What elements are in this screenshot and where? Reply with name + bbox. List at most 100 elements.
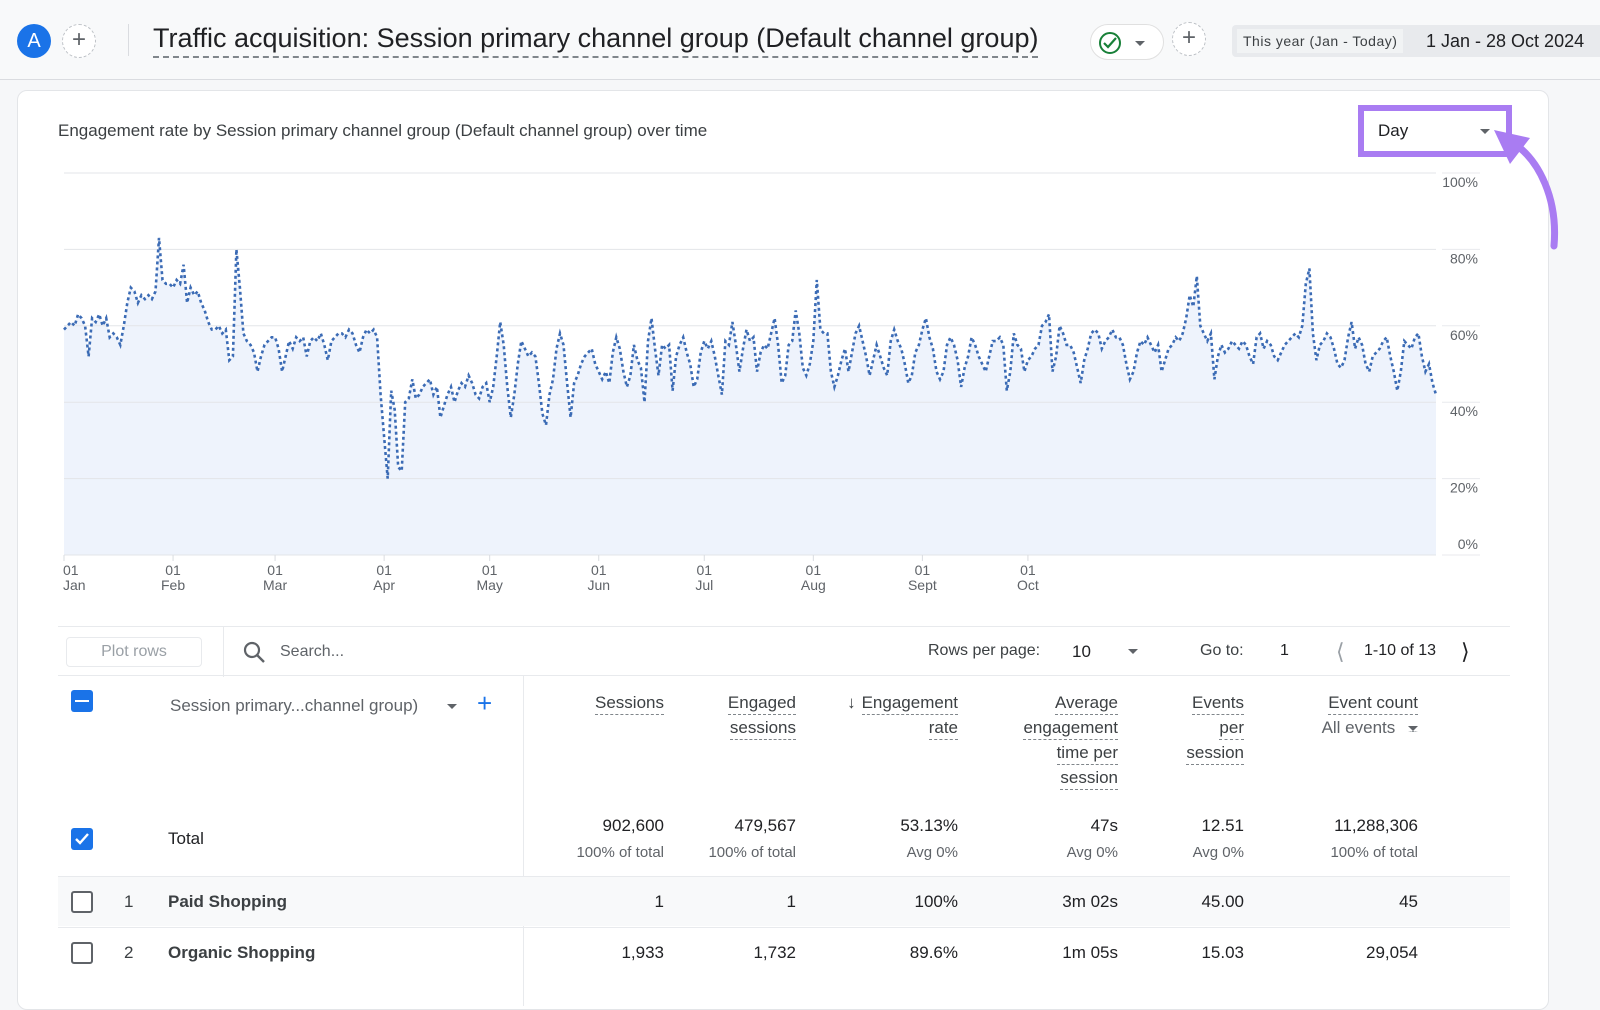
chevron-down-icon bbox=[1408, 725, 1418, 732]
y-tick-label: 60% bbox=[1450, 327, 1478, 343]
header-text: rate bbox=[928, 716, 958, 740]
x-tick-month: Jun bbox=[587, 577, 610, 593]
total-subvalue: 100% of total bbox=[708, 844, 796, 861]
add-comparison-button[interactable]: + bbox=[62, 24, 96, 58]
chevron-down-icon[interactable] bbox=[1128, 649, 1138, 654]
x-tick-day: 01 bbox=[482, 562, 498, 578]
x-tick-month: Sept bbox=[908, 577, 937, 593]
x-tick-day: 01 bbox=[63, 562, 79, 578]
chevron-down-icon[interactable] bbox=[447, 704, 457, 709]
total-subvalue: Avg 0% bbox=[1066, 844, 1118, 861]
x-tick-month: Jan bbox=[63, 577, 86, 593]
check-icon bbox=[75, 833, 89, 845]
row-value: 15.03 bbox=[1201, 943, 1244, 962]
customize-report-button[interactable]: + bbox=[1172, 22, 1206, 56]
divider bbox=[128, 24, 129, 56]
header-text: sessions bbox=[729, 716, 796, 740]
add-dimension-button[interactable]: + bbox=[477, 688, 492, 719]
event-filter-select[interactable]: All events bbox=[1322, 716, 1418, 739]
x-tick-day: 01 bbox=[1020, 562, 1036, 578]
x-tick-day: 01 bbox=[267, 562, 283, 578]
divider bbox=[223, 627, 224, 677]
goto-page-input[interactable]: 1 bbox=[1280, 642, 1289, 660]
y-tick-label: 80% bbox=[1450, 250, 1478, 266]
next-page-icon[interactable]: ⟩ bbox=[1461, 639, 1470, 665]
pagination-status: 1-10 of 13 bbox=[1364, 642, 1437, 659]
total-subvalue: Avg 0% bbox=[1192, 844, 1244, 861]
plot-rows-button[interactable]: Plot rows bbox=[66, 637, 202, 667]
x-tick-day: 01 bbox=[696, 562, 712, 578]
avatar[interactable]: A bbox=[17, 24, 51, 58]
x-tick-month: Mar bbox=[263, 577, 287, 593]
table-row[interactable]: 2 Organic Shopping 1,933 1,732 89.6% 1m … bbox=[58, 927, 1510, 979]
column-header-sessions[interactable]: Sessions bbox=[595, 690, 664, 715]
row-checkbox[interactable] bbox=[71, 891, 93, 913]
header-text: Sessions bbox=[595, 691, 664, 715]
report-header: A + Traffic acquisition: Session primary… bbox=[0, 0, 1600, 80]
event-filter-value: All events bbox=[1321, 718, 1396, 737]
column-header-event-count[interactable]: Event count All events bbox=[1322, 690, 1418, 740]
total-value: 902,600 bbox=[602, 816, 664, 835]
row-channel-name[interactable]: Organic Shopping bbox=[168, 943, 315, 963]
header-text: Engagement bbox=[861, 691, 958, 715]
column-header-engaged-sessions[interactable]: Engaged sessions bbox=[727, 690, 796, 740]
row-value: 1 bbox=[786, 892, 796, 911]
plus-icon: + bbox=[1181, 24, 1196, 51]
header-text: Event count bbox=[1328, 691, 1418, 715]
report-card: Engagement rate by Session primary chann… bbox=[17, 90, 1549, 1010]
row-value: 3m 02s bbox=[1062, 892, 1118, 911]
date-range-picker[interactable]: This year (Jan - Today) 1 Jan - 28 Oct 2… bbox=[1232, 25, 1600, 57]
total-checkbox[interactable] bbox=[71, 828, 93, 850]
row-checkbox[interactable] bbox=[71, 942, 93, 964]
rows-per-page-label: Rows per page: bbox=[928, 642, 1041, 659]
total-value: 11,288,306 bbox=[1334, 816, 1418, 835]
goto-label: Go to: bbox=[1200, 642, 1244, 659]
column-header-events-per-session[interactable]: Events per session bbox=[1186, 690, 1244, 765]
x-tick-day: 01 bbox=[806, 562, 822, 578]
column-header-avg-engagement-time[interactable]: Average engagement time per session bbox=[1023, 690, 1118, 790]
x-tick-day: 01 bbox=[591, 562, 607, 578]
report-status-button[interactable] bbox=[1090, 24, 1164, 60]
header-text: Engaged bbox=[727, 691, 796, 715]
rows-per-page-select[interactable]: 10 bbox=[1072, 642, 1091, 662]
page-title[interactable]: Traffic acquisition: Session primary cha… bbox=[153, 20, 1039, 58]
row-channel-name[interactable]: Paid Shopping bbox=[168, 892, 287, 912]
header-text: Events bbox=[1192, 691, 1244, 715]
x-tick-month: Aug bbox=[801, 577, 826, 593]
row-index: 1 bbox=[124, 892, 134, 911]
area-fill bbox=[64, 237, 1436, 555]
row-value: 1,732 bbox=[753, 943, 796, 962]
x-tick-month: Oct bbox=[1017, 577, 1039, 593]
column-header-engagement-rate[interactable]: ↓ Engagement rate bbox=[847, 690, 958, 740]
header-text: per bbox=[1219, 716, 1244, 740]
x-tick-month: Apr bbox=[373, 577, 395, 593]
header-text: time per bbox=[1056, 741, 1118, 765]
row-value: 1,933 bbox=[621, 943, 664, 962]
row-value: 1m 05s bbox=[1062, 943, 1118, 962]
row-value: 45.00 bbox=[1201, 892, 1244, 911]
x-tick-day: 01 bbox=[376, 562, 392, 578]
total-value: 47s bbox=[1090, 816, 1118, 835]
search-icon bbox=[242, 640, 266, 669]
row-value: 1 bbox=[654, 892, 664, 911]
header-text: session bbox=[1060, 766, 1118, 790]
x-tick-month: May bbox=[476, 577, 502, 593]
dimension-header[interactable]: Session primary...channel group) bbox=[170, 696, 418, 716]
total-subvalue: 100% of total bbox=[576, 844, 664, 861]
date-preset-chip: This year (Jan - Today) bbox=[1237, 29, 1404, 53]
total-value: 12.51 bbox=[1201, 816, 1244, 835]
row-value: 89.6% bbox=[909, 943, 958, 962]
x-tick-month: Jul bbox=[695, 577, 713, 593]
previous-page-icon[interactable]: ⟨ bbox=[1336, 639, 1345, 665]
check-circle-icon bbox=[1099, 32, 1121, 54]
select-all-checkbox[interactable] bbox=[71, 690, 93, 712]
table-row[interactable]: 1 Paid Shopping 1 1 100% 3m 02s 45.00 45 bbox=[58, 876, 1510, 926]
x-tick-day: 01 bbox=[915, 562, 931, 578]
x-tick-day: 01 bbox=[165, 562, 181, 578]
total-value: 479,567 bbox=[734, 816, 796, 835]
total-subvalue: 100% of total bbox=[1330, 844, 1418, 861]
search-input[interactable] bbox=[278, 637, 678, 667]
row-value: 100% bbox=[914, 892, 958, 911]
row-value: 45 bbox=[1399, 892, 1418, 911]
engagement-line-chart: 100%80%60%40%20%0%01Jan01Feb01Mar01Apr01… bbox=[63, 172, 1480, 593]
